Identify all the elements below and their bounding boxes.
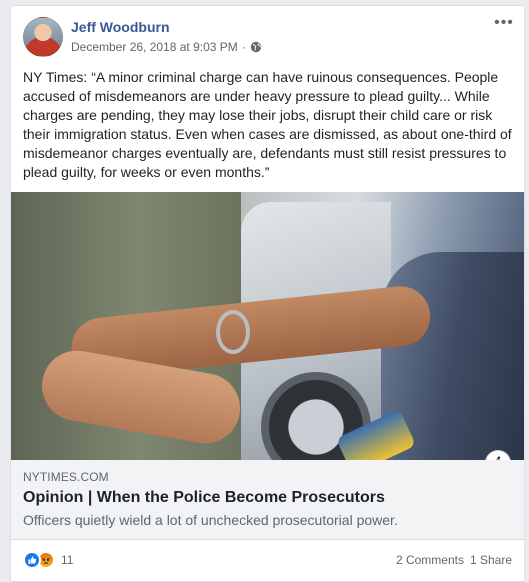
comments-count-link[interactable]: 2 Comments <box>396 553 464 567</box>
link-description: Officers quietly wield a lot of unchecke… <box>23 512 398 528</box>
reactions-summary[interactable]: 11 <box>23 551 73 569</box>
post-header: Jeff Woodburn December 26, 2018 at 9:03 … <box>23 15 514 60</box>
feed-post: Jeff Woodburn December 26, 2018 at 9:03 … <box>10 5 525 582</box>
shares-count-link[interactable]: 1 Share <box>470 553 512 567</box>
author-name-link[interactable]: Jeff Woodburn <box>71 19 170 35</box>
post-footer: 11 2 Comments 1 Share <box>11 540 524 582</box>
link-preview-card[interactable]: NYTIMES.COM Opinion | When the Police Be… <box>11 460 524 540</box>
image-handcuff-region <box>216 310 250 354</box>
link-preview-image[interactable] <box>11 192 524 460</box>
author-avatar[interactable] <box>23 17 63 57</box>
post-timestamp-link[interactable]: December 26, 2018 at 9:03 PM <box>71 40 238 54</box>
link-domain: NYTIMES.COM <box>23 470 109 484</box>
globe-icon[interactable] <box>250 41 262 53</box>
engagement-counts: 2 Comments 1 Share <box>396 553 512 567</box>
reaction-count: 11 <box>61 553 74 567</box>
link-title[interactable]: Opinion | When the Police Become Prosecu… <box>23 489 385 507</box>
like-icon <box>23 551 41 569</box>
meta-separator: · <box>241 40 246 54</box>
more-options-icon[interactable]: ••• <box>494 15 514 32</box>
post-meta: December 26, 2018 at 9:03 PM · <box>71 40 262 54</box>
post-message: NY Times: “A minor criminal charge can h… <box>23 69 512 180</box>
